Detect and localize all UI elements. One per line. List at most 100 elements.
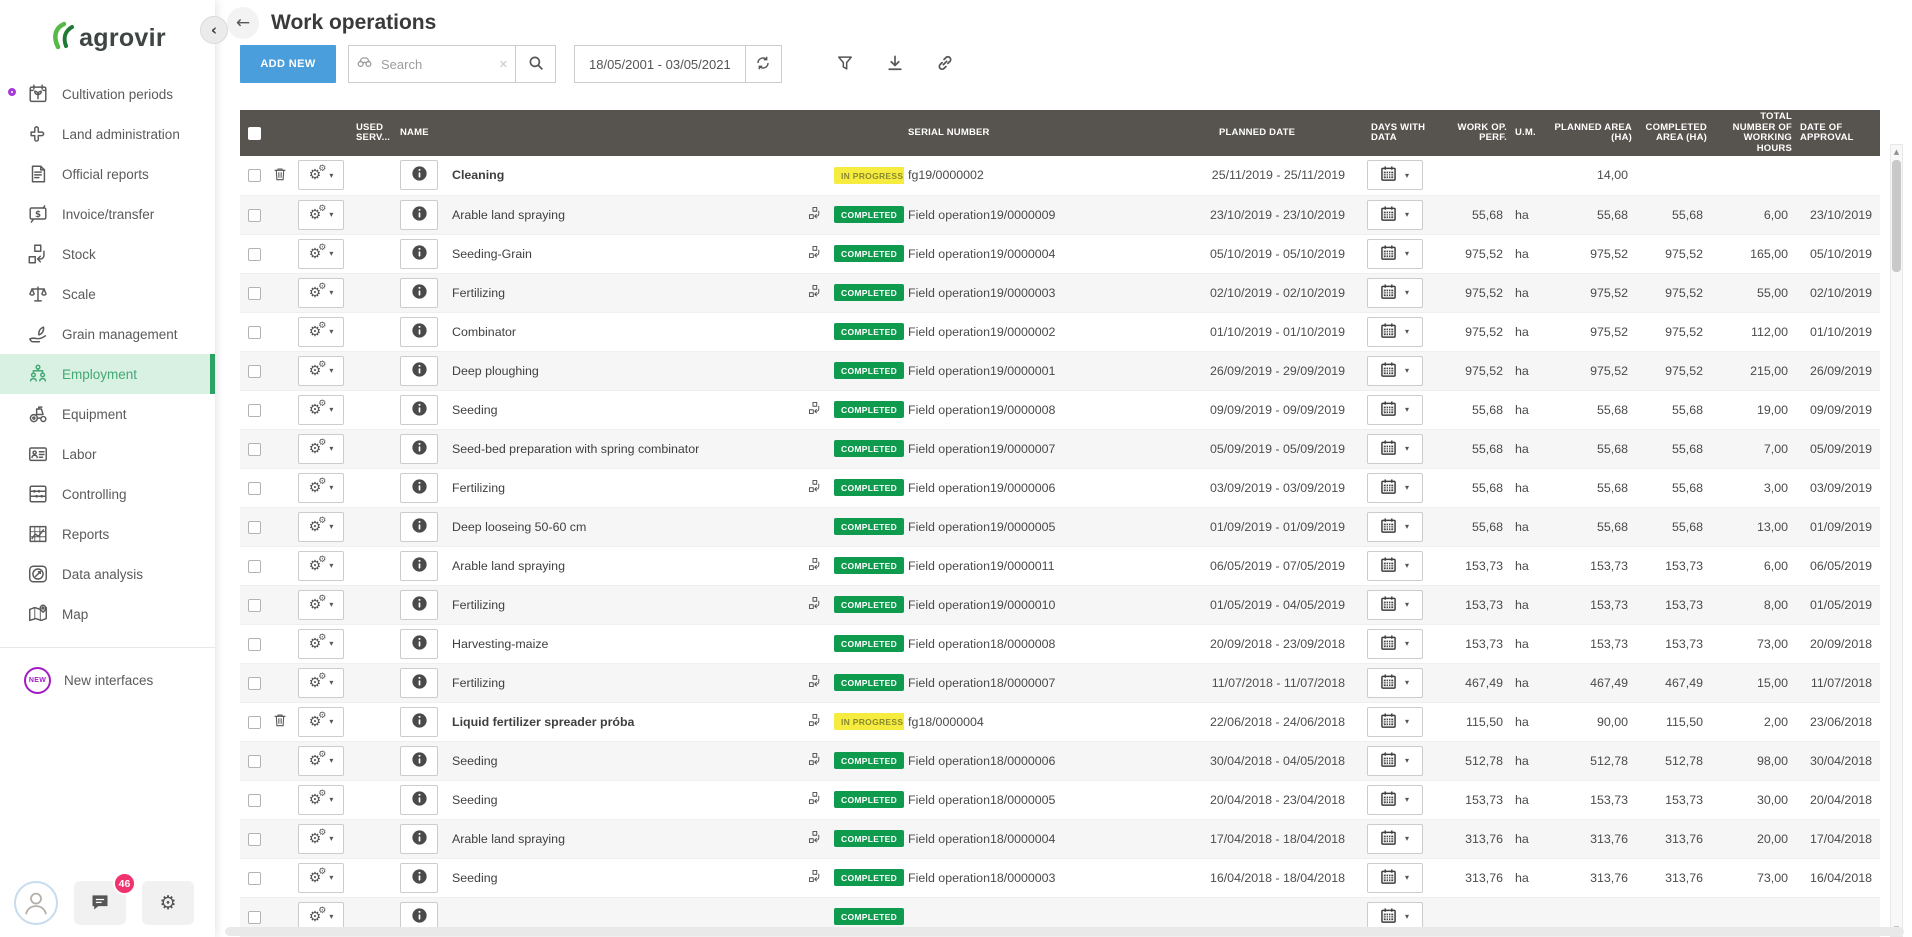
sidebar-item-invoice-transfer[interactable]: $Invoice/transfer <box>0 194 215 234</box>
column-header-planned-area[interactable]: PLANNED AREA (HA) <box>1541 110 1636 156</box>
name-cell[interactable]: Fertilizing <box>448 663 800 702</box>
info-button[interactable] <box>400 824 438 854</box>
sidebar-item-new-interfaces[interactable]: NEWNew interfaces <box>0 660 215 700</box>
actions-dropdown-button[interactable]: ⚙⚙▾ <box>298 278 344 308</box>
column-header-working-hours[interactable]: TOTAL NUMBER OF WORKING HOURS <box>1711 110 1796 156</box>
delete-button[interactable] <box>272 712 288 731</box>
name-cell[interactable]: Arable land spraying <box>448 195 800 234</box>
row-checkbox[interactable] <box>248 833 261 846</box>
actions-dropdown-button[interactable]: ⚙⚙▾ <box>298 629 344 659</box>
search-button[interactable] <box>516 45 556 83</box>
days-with-data-button[interactable]: ▾ <box>1367 824 1423 854</box>
actions-dropdown-button[interactable]: ⚙⚙▾ <box>298 668 344 698</box>
column-header-work-op-perf[interactable]: WORK OP. PERF. <box>1435 110 1511 156</box>
sidebar-collapse-button[interactable]: ‹ <box>200 16 228 44</box>
sidebar-item-cultivation-periods[interactable]: Cultivation periods <box>0 74 215 114</box>
info-button[interactable] <box>400 434 438 464</box>
actions-dropdown-button[interactable]: ⚙⚙▾ <box>298 434 344 464</box>
days-with-data-button[interactable]: ▾ <box>1367 707 1423 737</box>
actions-dropdown-button[interactable]: ⚙⚙▾ <box>298 160 344 190</box>
actions-dropdown-button[interactable]: ⚙⚙▾ <box>298 200 344 230</box>
actions-dropdown-button[interactable]: ⚙⚙▾ <box>298 746 344 776</box>
actions-dropdown-button[interactable]: ⚙⚙▾ <box>298 395 344 425</box>
row-checkbox[interactable] <box>248 599 261 612</box>
days-with-data-button[interactable]: ▾ <box>1367 200 1423 230</box>
column-header-serial-number[interactable]: SERIAL NUMBER <box>904 110 1175 156</box>
row-checkbox[interactable] <box>248 794 261 807</box>
days-with-data-button[interactable]: ▾ <box>1367 239 1423 269</box>
row-checkbox[interactable] <box>248 404 261 417</box>
add-new-button[interactable]: ADD NEW <box>240 45 336 83</box>
scroll-up-icon[interactable]: ▲ <box>1891 148 1902 156</box>
name-cell[interactable]: Liquid fertilizer spreader próba <box>448 702 800 741</box>
column-header-date-of-approval[interactable]: DATE OF APPROVAL <box>1796 110 1880 156</box>
info-button[interactable] <box>400 200 438 230</box>
horizontal-scrollbar[interactable] <box>225 927 1904 936</box>
days-with-data-button[interactable]: ▾ <box>1367 746 1423 776</box>
sidebar-item-reports[interactable]: Reports <box>0 514 215 554</box>
row-checkbox[interactable] <box>248 248 261 261</box>
name-cell[interactable]: Seeding-Grain <box>448 234 800 273</box>
name-cell[interactable]: Seed-bed preparation with spring combina… <box>448 429 800 468</box>
sidebar-item-employment[interactable]: Employment <box>0 354 215 394</box>
sidebar-item-data-analysis[interactable]: Data analysis <box>0 554 215 594</box>
actions-dropdown-button[interactable]: ⚙⚙▾ <box>298 239 344 269</box>
sidebar-item-map[interactable]: Map <box>0 594 215 634</box>
filter-button[interactable] <box>835 53 855 76</box>
clear-search-icon[interactable]: ✕ <box>499 58 508 71</box>
days-with-data-button[interactable]: ▾ <box>1367 160 1423 190</box>
name-cell[interactable]: Cleaning <box>448 156 800 195</box>
sidebar-item-scale[interactable]: Scale <box>0 274 215 314</box>
actions-dropdown-button[interactable]: ⚙⚙▾ <box>298 551 344 581</box>
date-range-value[interactable]: 18/05/2001 - 03/05/2021 <box>575 57 745 72</box>
row-checkbox[interactable] <box>248 443 261 456</box>
name-cell[interactable]: Fertilizing <box>448 585 800 624</box>
row-checkbox[interactable] <box>248 911 261 924</box>
actions-dropdown-button[interactable]: ⚙⚙▾ <box>298 356 344 386</box>
name-cell[interactable]: Combinator <box>448 312 800 351</box>
info-button[interactable] <box>400 551 438 581</box>
settings-button[interactable]: ⚙ <box>142 881 194 925</box>
vertical-scrollbar[interactable]: ▲ ▼ <box>1890 144 1903 937</box>
column-header-um[interactable]: U.M. <box>1511 110 1541 156</box>
info-button[interactable] <box>400 590 438 620</box>
download-button[interactable] <box>885 53 905 76</box>
actions-dropdown-button[interactable]: ⚙⚙▾ <box>298 863 344 893</box>
row-checkbox[interactable] <box>248 169 261 182</box>
refresh-button[interactable] <box>745 46 781 82</box>
sidebar-item-equipment[interactable]: Equipment <box>0 394 215 434</box>
column-header-name[interactable]: NAME <box>396 110 800 156</box>
actions-dropdown-button[interactable]: ⚙⚙▾ <box>298 317 344 347</box>
actions-dropdown-button[interactable]: ⚙⚙▾ <box>298 785 344 815</box>
name-cell[interactable]: Seeding <box>448 390 800 429</box>
sidebar-item-labor[interactable]: Labor <box>0 434 215 474</box>
scrollbar-thumb[interactable] <box>1892 160 1901 272</box>
sidebar-item-official-reports[interactable]: Official reports <box>0 154 215 194</box>
row-checkbox[interactable] <box>248 560 261 573</box>
row-checkbox[interactable] <box>248 716 261 729</box>
sidebar-item-stock[interactable]: Stock <box>0 234 215 274</box>
days-with-data-button[interactable]: ▾ <box>1367 629 1423 659</box>
days-with-data-button[interactable]: ▾ <box>1367 434 1423 464</box>
info-button[interactable] <box>400 356 438 386</box>
info-button[interactable] <box>400 239 438 269</box>
days-with-data-button[interactable]: ▾ <box>1367 551 1423 581</box>
back-button[interactable]: ← <box>227 7 259 39</box>
row-checkbox[interactable] <box>248 209 261 222</box>
column-header-completed-area[interactable]: COMPLETED AREA (HA) <box>1636 110 1711 156</box>
info-button[interactable] <box>400 629 438 659</box>
days-with-data-button[interactable]: ▾ <box>1367 356 1423 386</box>
column-header-days-with-data[interactable]: DAYS WITH DATA <box>1355 110 1435 156</box>
info-button[interactable] <box>400 785 438 815</box>
info-button[interactable] <box>400 473 438 503</box>
sidebar-item-controlling[interactable]: Controlling <box>0 474 215 514</box>
info-button[interactable] <box>400 395 438 425</box>
info-button[interactable] <box>400 317 438 347</box>
name-cell[interactable]: Deep looseing 50-60 cm <box>448 507 800 546</box>
days-with-data-button[interactable]: ▾ <box>1367 668 1423 698</box>
actions-dropdown-button[interactable]: ⚙⚙▾ <box>298 590 344 620</box>
row-checkbox[interactable] <box>248 521 261 534</box>
days-with-data-button[interactable]: ▾ <box>1367 278 1423 308</box>
name-cell[interactable]: Arable land spraying <box>448 546 800 585</box>
sidebar-item-land-administration[interactable]: Land administration <box>0 114 215 154</box>
